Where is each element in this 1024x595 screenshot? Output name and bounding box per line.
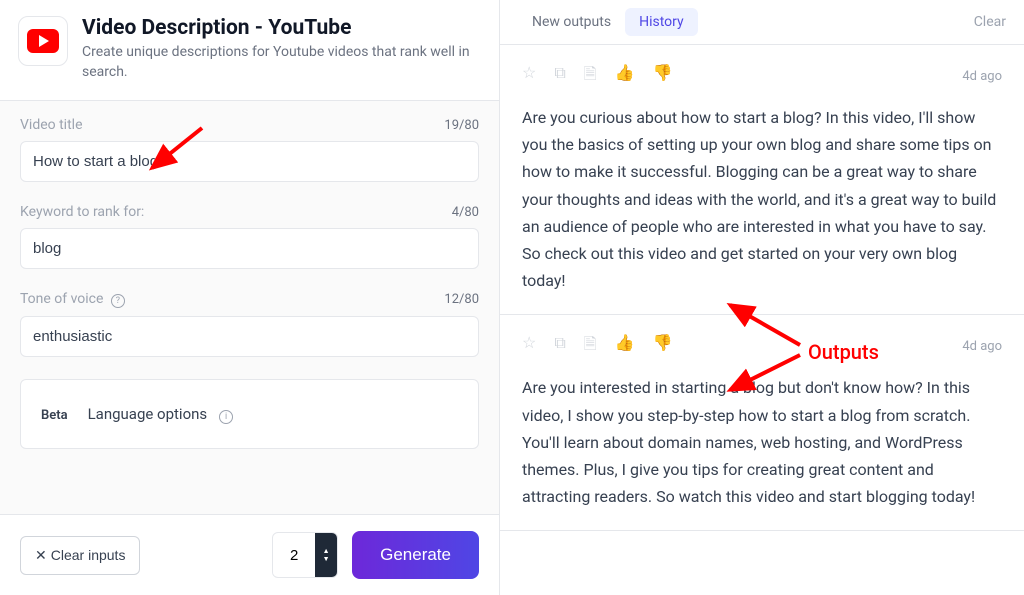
star-icon[interactable]: ☆ (522, 63, 536, 90)
count-input[interactable] (273, 535, 315, 576)
output-card: ☆ ⧉ 🗎 👍 👎 4d ago Are you interested in s… (500, 315, 1024, 531)
clear-inputs-button[interactable]: ✕ Clear inputs (20, 536, 140, 575)
header-text: Video Description - YouTube Create uniqu… (82, 16, 481, 82)
copy-icon[interactable]: ⧉ (554, 333, 565, 360)
keyword-counter: 4/80 (452, 205, 479, 220)
document-icon[interactable]: 🗎 (584, 63, 597, 90)
output-timestamp: 4d ago (962, 69, 1002, 84)
clear-outputs-button[interactable]: Clear (974, 14, 1006, 30)
star-icon[interactable]: ☆ (522, 333, 536, 360)
output-text[interactable]: Are you curious about how to start a blo… (522, 104, 1002, 294)
info-icon[interactable]: i (219, 410, 233, 424)
tone-label-text: Tone of voice (20, 291, 103, 307)
field-tone: Tone of voice ? 12/80 (20, 291, 479, 357)
generate-controls: ▲ ▼ Generate (272, 531, 479, 579)
language-options-label: Language options (88, 405, 208, 423)
chevron-up-icon[interactable]: ▲ (323, 547, 330, 555)
video-title-counter: 19/80 (444, 118, 479, 133)
thumbs-up-icon[interactable]: 👍 (615, 63, 635, 90)
thumbs-down-icon[interactable]: 👎 (653, 63, 673, 90)
info-icon[interactable]: ? (111, 294, 125, 308)
x-icon: ✕ (35, 547, 47, 564)
clear-inputs-label: Clear inputs (51, 547, 126, 563)
field-video-title: Video title 19/80 (20, 117, 479, 182)
tone-label: Tone of voice ? (20, 291, 125, 308)
video-title-label: Video title (20, 117, 83, 133)
tool-header: Video Description - YouTube Create uniqu… (0, 0, 499, 101)
tab-new-outputs[interactable]: New outputs (518, 8, 625, 36)
thumbs-down-icon[interactable]: 👎 (653, 333, 673, 360)
left-panel: Video Description - YouTube Create uniqu… (0, 0, 500, 595)
tabs-row: New outputs History Clear (500, 0, 1024, 45)
youtube-logo (18, 16, 68, 66)
output-actions: ☆ ⧉ 🗎 👍 👎 (522, 333, 673, 360)
language-options-box[interactable]: Beta Language options i (20, 379, 479, 449)
stepper-arrows[interactable]: ▲ ▼ (315, 533, 337, 577)
output-actions: ☆ ⧉ 🗎 👍 👎 (522, 63, 673, 90)
keyword-input[interactable] (20, 228, 479, 269)
field-keyword: Keyword to rank for: 4/80 (20, 204, 479, 269)
right-panel: New outputs History Clear ☆ ⧉ 🗎 👍 👎 4d a… (500, 0, 1024, 595)
generate-button[interactable]: Generate (352, 531, 479, 579)
chevron-down-icon[interactable]: ▼ (323, 555, 330, 563)
output-timestamp: 4d ago (962, 339, 1002, 354)
tone-input[interactable] (20, 316, 479, 357)
tab-history[interactable]: History (625, 8, 698, 36)
page-description: Create unique descriptions for Youtube v… (82, 43, 481, 82)
beta-badge: Beta (41, 408, 68, 423)
form-area: Video title 19/80 Keyword to rank for: 4… (0, 101, 499, 514)
bottom-bar: ✕ Clear inputs ▲ ▼ Generate (0, 514, 499, 595)
tone-counter: 12/80 (444, 292, 479, 307)
document-icon[interactable]: 🗎 (584, 333, 597, 360)
output-card: ☆ ⧉ 🗎 👍 👎 4d ago Are you curious about h… (500, 45, 1024, 315)
output-text[interactable]: Are you interested in starting a blog bu… (522, 374, 1002, 510)
youtube-icon (27, 29, 59, 53)
page-title: Video Description - YouTube (82, 16, 481, 40)
thumbs-up-icon[interactable]: 👍 (615, 333, 635, 360)
copy-icon[interactable]: ⧉ (554, 63, 565, 90)
video-title-input[interactable] (20, 141, 479, 182)
keyword-label: Keyword to rank for: (20, 204, 144, 220)
outputs-list: ☆ ⧉ 🗎 👍 👎 4d ago Are you curious about h… (500, 45, 1024, 595)
output-count-stepper[interactable]: ▲ ▼ (272, 532, 338, 578)
